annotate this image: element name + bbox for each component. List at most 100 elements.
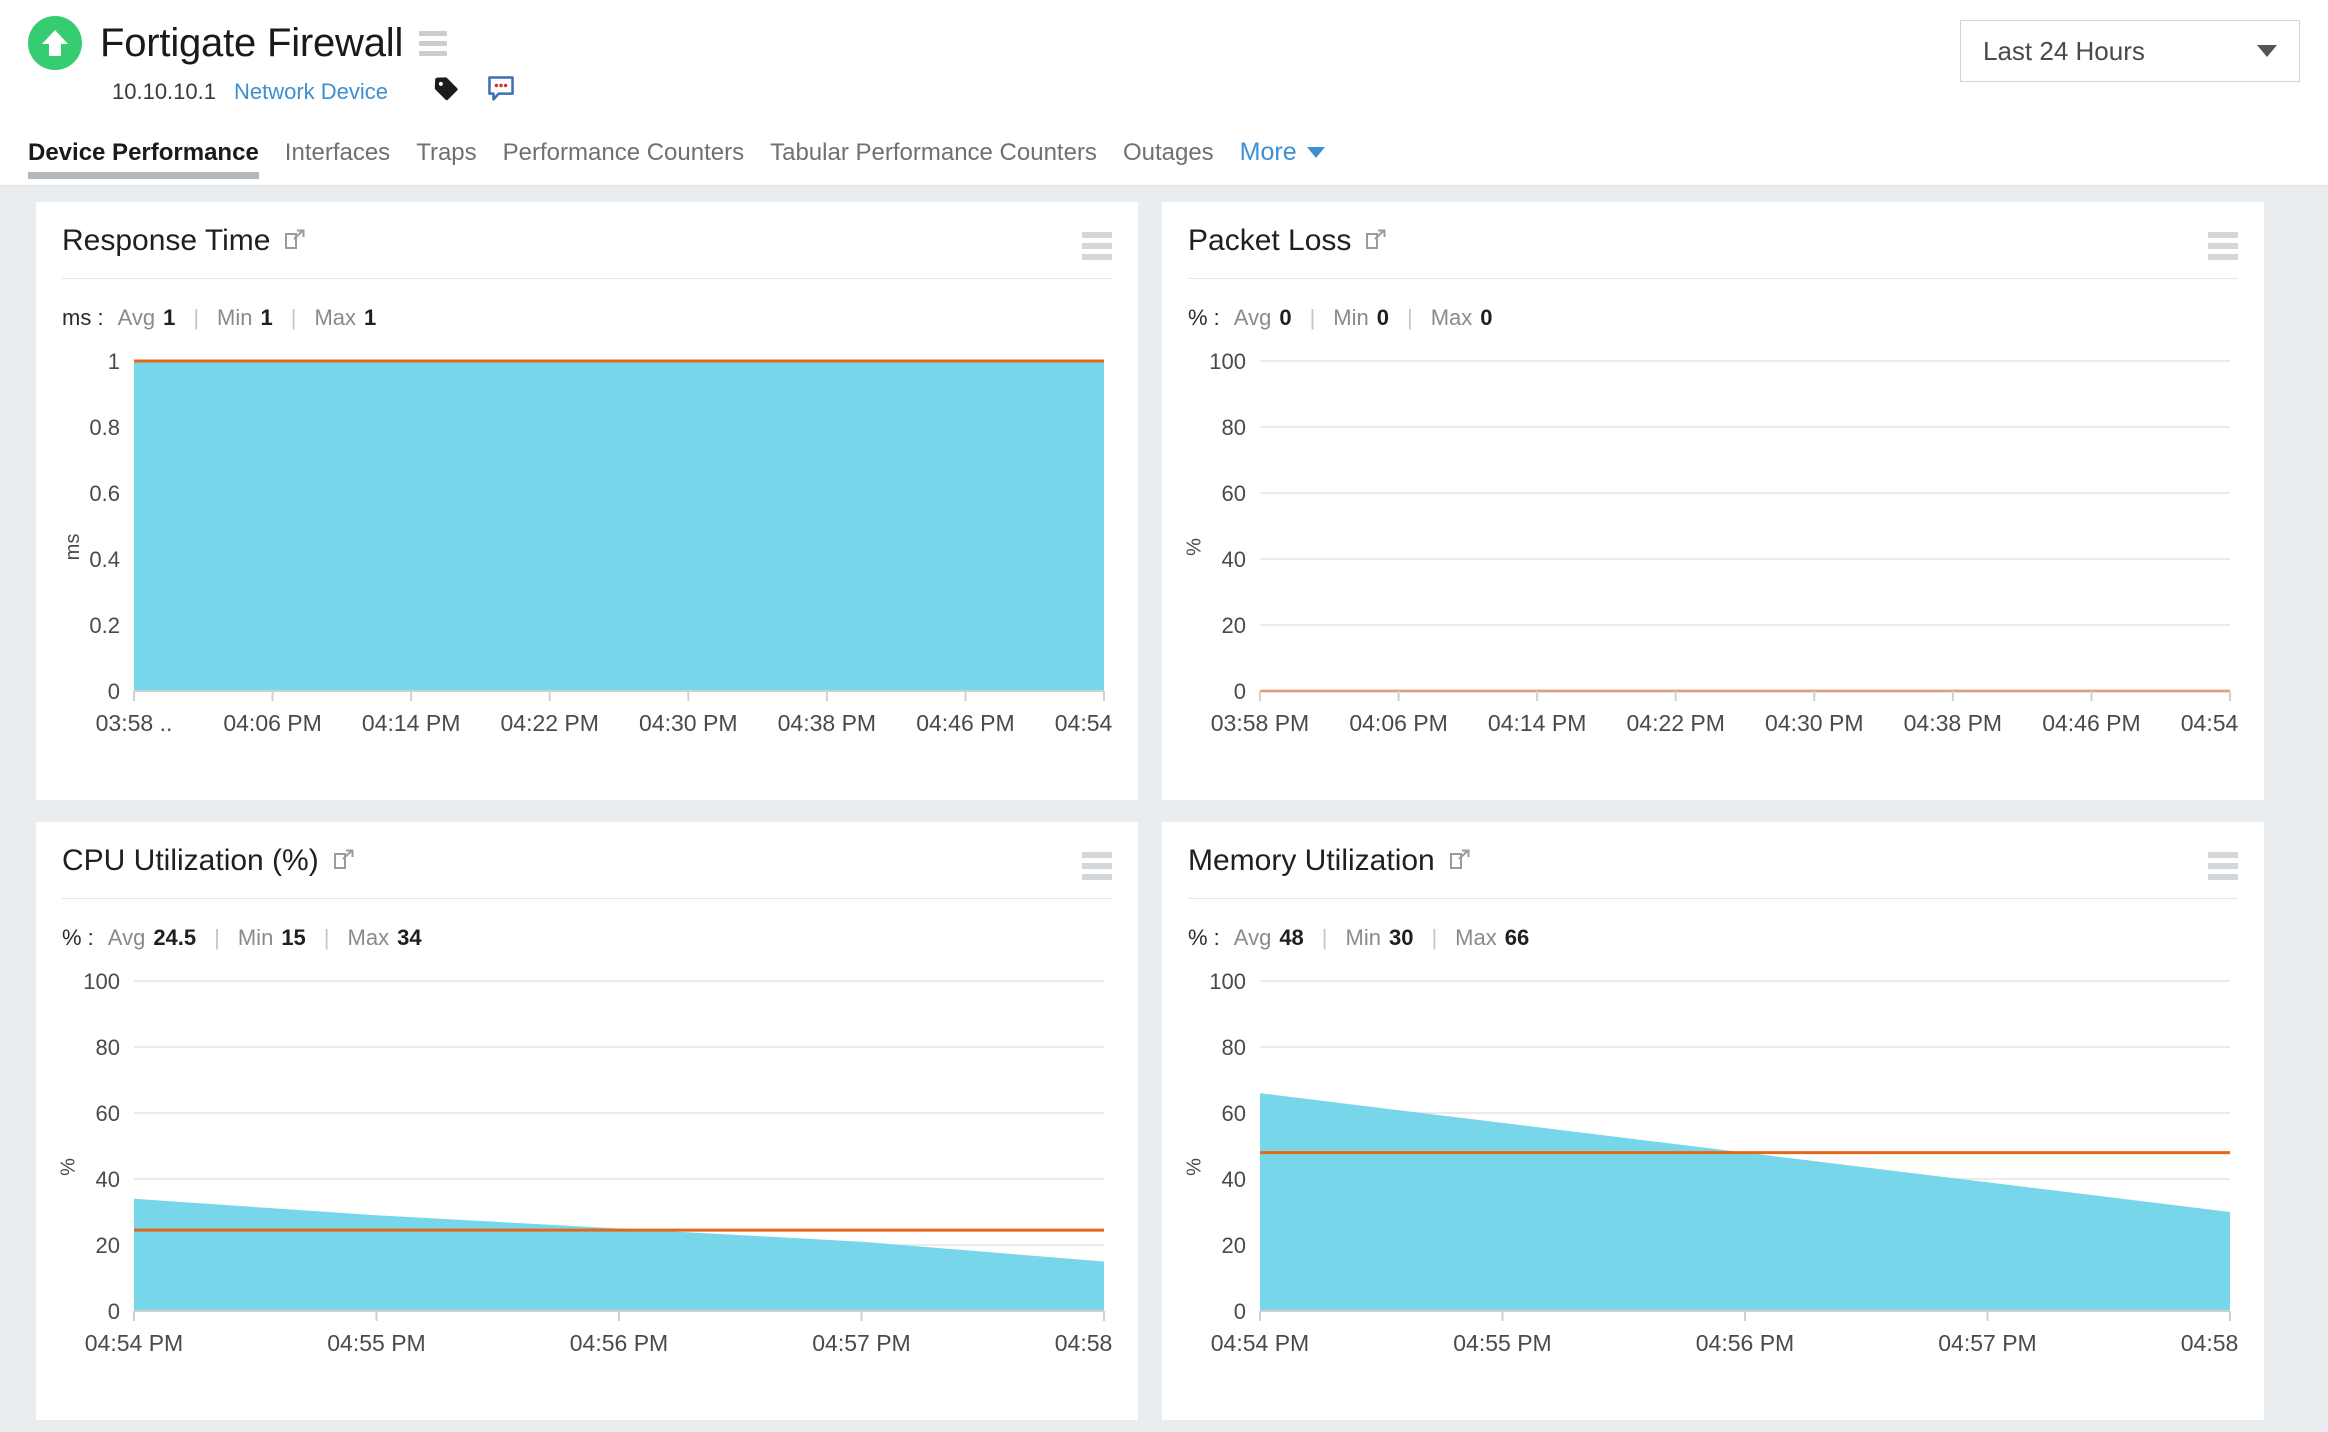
tab-device-performance[interactable]: Device Performance [28, 139, 277, 185]
svg-text:04:22 PM: 04:22 PM [500, 710, 598, 736]
tag-icon[interactable] [432, 75, 460, 108]
svg-text:100: 100 [83, 969, 120, 994]
chart-canvas: 02040608010003:58 PM04:06 PM04:14 PM04:2… [1188, 347, 2238, 747]
svg-text:04:56 PM: 04:56 PM [570, 1330, 668, 1356]
device-type-link[interactable]: Network Device [234, 79, 388, 105]
svg-text:100: 100 [1209, 969, 1246, 994]
chart-memory-utilization: % 02040608010004:54 PM04:55 PM04:56 PM04… [1188, 967, 2238, 1367]
svg-text:04:57 PM: 04:57 PM [1938, 1330, 2036, 1356]
stat-avg-label: Avg [108, 925, 146, 951]
card-stats: % : Avg 48 | Min 30 | Max 66 [1188, 925, 2238, 951]
stat-avg-value: 1 [163, 305, 175, 331]
svg-text:04:06 PM: 04:06 PM [223, 710, 321, 736]
y-axis-label: % [57, 1158, 80, 1176]
svg-text:20: 20 [96, 1233, 120, 1258]
stat-unit: ms : [62, 305, 104, 331]
external-link-icon[interactable] [333, 848, 355, 875]
card-menu-hamburger-icon[interactable] [1082, 844, 1112, 880]
external-link-icon[interactable] [1365, 228, 1387, 255]
external-link-icon[interactable] [284, 228, 306, 255]
svg-text:04:55 PM: 04:55 PM [1453, 1330, 1551, 1356]
stat-avg-value: 0 [1279, 305, 1291, 331]
svg-text:04:54 PM: 04:54 PM [2181, 710, 2238, 736]
card-cpu-utilization: CPU Utilization (%) % : Avg 24.5 | Min 1… [36, 822, 1138, 1420]
stat-max-label: Max [1431, 305, 1473, 331]
svg-text:04:58 PM: 04:58 PM [2181, 1330, 2238, 1356]
svg-text:40: 40 [96, 1167, 120, 1192]
tab-more-label: More [1240, 138, 1297, 167]
stat-avg-label: Avg [1234, 925, 1272, 951]
stat-min-value: 0 [1377, 305, 1389, 331]
stat-min-value: 1 [261, 305, 273, 331]
stat-min-value: 30 [1389, 925, 1413, 951]
external-link-icon[interactable] [1449, 848, 1471, 875]
time-period-value: Last 24 Hours [1983, 36, 2145, 67]
stat-min-label: Min [1333, 305, 1368, 331]
dashboard-grid: Response Time ms : Avg 1 | Min 1 | Max 1 [0, 186, 2328, 1420]
card-header: CPU Utilization (%) [62, 844, 1112, 899]
chart-canvas: 00.20.40.60.8103:58 ..04:06 PM04:14 PM04… [62, 347, 1112, 747]
svg-text:1: 1 [108, 349, 120, 374]
svg-text:03:58 ..: 03:58 .. [96, 710, 173, 736]
tab-performance-counters[interactable]: Performance Counters [503, 139, 762, 185]
stat-separator: | [1310, 305, 1316, 331]
comment-icon[interactable] [486, 74, 516, 109]
stat-separator: | [324, 925, 330, 951]
device-action-icons [432, 74, 516, 109]
stat-avg-value: 48 [1279, 925, 1303, 951]
tab-more-dropdown[interactable]: More [1240, 138, 1325, 185]
svg-text:80: 80 [96, 1035, 120, 1060]
device-ip-address: 10.10.10.1 [112, 79, 216, 105]
chart-response-time: ms 00.20.40.60.8103:58 ..04:06 PM04:14 P… [62, 347, 1112, 747]
stat-max-label: Max [1455, 925, 1497, 951]
stat-max-label: Max [314, 305, 356, 331]
stat-unit: % : [62, 925, 94, 951]
stat-min-label: Min [238, 925, 273, 951]
card-title: Response Time [62, 224, 270, 258]
chevron-down-icon [1307, 147, 1325, 158]
tab-outages[interactable]: Outages [1123, 139, 1232, 185]
card-stats: ms : Avg 1 | Min 1 | Max 1 [62, 305, 1112, 331]
stat-unit: % : [1188, 305, 1220, 331]
tab-traps[interactable]: Traps [416, 139, 494, 185]
chart-packet-loss: % 02040608010003:58 PM04:06 PM04:14 PM04… [1188, 347, 2238, 747]
card-menu-hamburger-icon[interactable] [1082, 224, 1112, 260]
svg-text:40: 40 [1222, 1167, 1246, 1192]
device-menu-hamburger-icon[interactable] [419, 31, 447, 56]
tab-interfaces[interactable]: Interfaces [285, 139, 408, 185]
svg-text:04:57 PM: 04:57 PM [812, 1330, 910, 1356]
stat-max-value: 66 [1505, 925, 1529, 951]
stat-avg-value: 24.5 [153, 925, 196, 951]
stat-separator: | [291, 305, 297, 331]
card-menu-hamburger-icon[interactable] [2208, 224, 2238, 260]
stat-min-label: Min [217, 305, 252, 331]
card-response-time: Response Time ms : Avg 1 | Min 1 | Max 1 [36, 202, 1138, 800]
svg-text:04:54 PM: 04:54 PM [85, 1330, 183, 1356]
device-status-up-arrow-icon [28, 16, 82, 70]
card-packet-loss: Packet Loss % : Avg 0 | Min 0 | Max 0 [1162, 202, 2264, 800]
stat-separator: | [1431, 925, 1437, 951]
svg-text:04:38 PM: 04:38 PM [778, 710, 876, 736]
svg-text:40: 40 [1222, 547, 1246, 572]
chevron-down-icon [2257, 45, 2277, 57]
card-menu-hamburger-icon[interactable] [2208, 844, 2238, 880]
svg-text:04:56 PM: 04:56 PM [1696, 1330, 1794, 1356]
chart-cpu-utilization: % 02040608010004:54 PM04:55 PM04:56 PM04… [62, 967, 1112, 1367]
svg-text:80: 80 [1222, 1035, 1246, 1060]
svg-text:03:58 PM: 03:58 PM [1211, 710, 1309, 736]
main-tab-bar: Device Performance Interfaces Traps Perf… [0, 138, 1325, 185]
svg-text:04:30 PM: 04:30 PM [1765, 710, 1863, 736]
svg-text:04:30 PM: 04:30 PM [639, 710, 737, 736]
card-title: CPU Utilization (%) [62, 844, 319, 878]
stat-separator: | [193, 305, 199, 331]
svg-text:04:46 PM: 04:46 PM [916, 710, 1014, 736]
svg-text:04:58 PM: 04:58 PM [1055, 1330, 1112, 1356]
stat-max-value: 0 [1480, 305, 1492, 331]
svg-text:0: 0 [108, 1299, 120, 1324]
svg-text:04:06 PM: 04:06 PM [1349, 710, 1447, 736]
stat-max-label: Max [348, 925, 390, 951]
tab-tabular-performance-counters[interactable]: Tabular Performance Counters [770, 139, 1115, 185]
svg-text:80: 80 [1222, 415, 1246, 440]
svg-text:0: 0 [1234, 679, 1246, 704]
time-period-select[interactable]: Last 24 Hours [1960, 20, 2300, 82]
